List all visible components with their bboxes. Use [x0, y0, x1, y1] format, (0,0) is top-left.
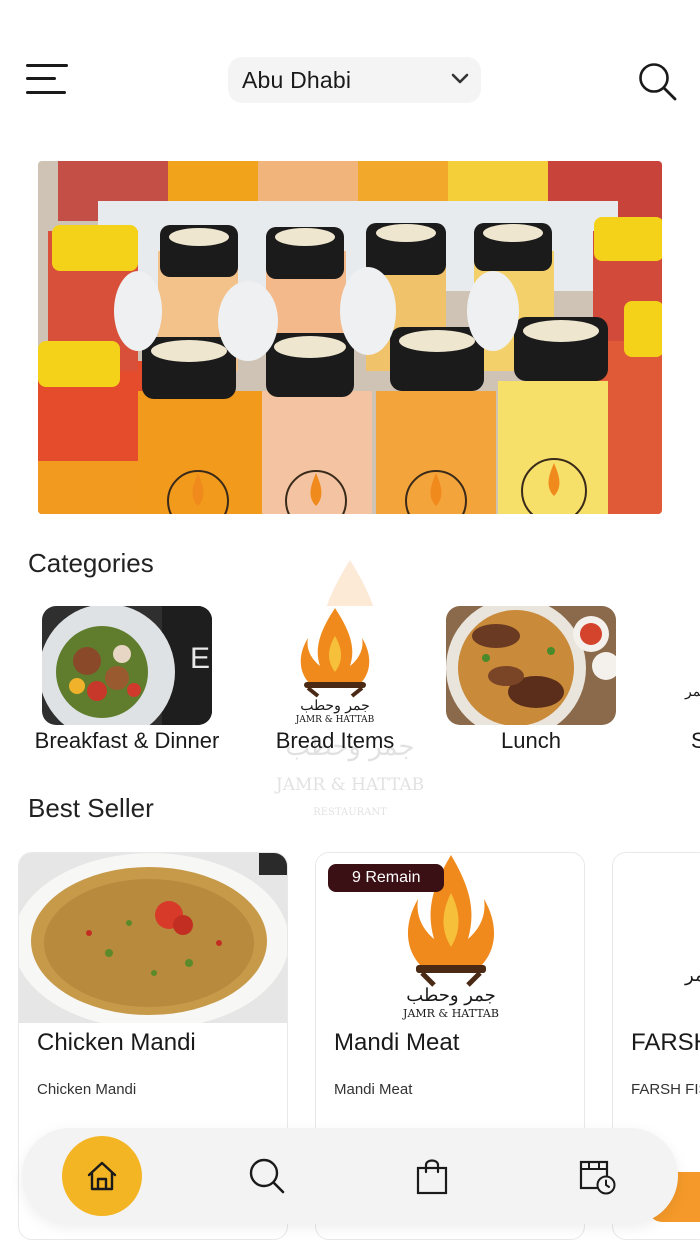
- chevron-down-icon: [451, 73, 469, 84]
- nav-cart[interactable]: [392, 1136, 472, 1216]
- product-description: Chicken Mandi: [37, 1081, 137, 1098]
- svg-text:RESTAURANT: RESTAURANT: [313, 807, 387, 818]
- svg-text:جمر: جمر: [684, 684, 700, 700]
- category-partial[interactable]: جمر S: [655, 606, 700, 756]
- promo-banner[interactable]: [38, 161, 662, 514]
- app-header: Abu Dhabi: [0, 0, 700, 140]
- hamburger-menu-icon[interactable]: [26, 62, 70, 98]
- category-label: S: [691, 728, 700, 753]
- category-breakfast-dinner[interactable]: E Breakfast & Dinner: [35, 606, 219, 756]
- salad-plate-photo: E: [42, 606, 212, 725]
- rice-and-chicken-photo: [446, 606, 616, 725]
- jamr-hattab-logo: جمر وحطب JAMR & HATTAB: [250, 606, 420, 725]
- categories-heading: Categories: [28, 548, 154, 578]
- svg-text:JAMR & HATTAB: JAMR & HATTAB: [295, 715, 375, 725]
- location-label: Abu Dhabi: [242, 66, 352, 93]
- location-selector[interactable]: Abu Dhabi: [228, 57, 481, 103]
- jamr-hattab-logo: جمر: [684, 684, 700, 700]
- product-description: Mandi Meat: [334, 1081, 413, 1098]
- svg-text:JAMR & HATTAB: JAMR & HATTAB: [402, 1007, 499, 1020]
- stock-remaining-badge: 9 Remain: [328, 864, 445, 892]
- svg-text:E: E: [190, 642, 210, 675]
- category-label: Bread Items: [275, 728, 395, 753]
- svg-text:جمر وحطب: جمر وحطب: [300, 698, 370, 714]
- search-icon[interactable]: [636, 60, 678, 102]
- best-seller-heading: Best Seller: [28, 793, 154, 823]
- search-icon: [249, 1158, 285, 1194]
- product-name: Mandi Meat: [334, 1029, 460, 1056]
- lentil-soup-photo: [19, 853, 287, 1023]
- product-name: FARSH: [631, 1029, 700, 1056]
- nav-search[interactable]: [227, 1136, 307, 1216]
- product-name: Chicken Mandi: [37, 1029, 196, 1056]
- bottled-juices-photo: [38, 161, 662, 514]
- nav-home[interactable]: [62, 1136, 142, 1216]
- order-history-icon: [579, 1160, 616, 1195]
- jamr-hattab-logo: جمر: [613, 853, 700, 1023]
- svg-text:JAMR & HATTAB: JAMR & HATTAB: [274, 775, 424, 795]
- nav-orders[interactable]: [557, 1136, 637, 1216]
- svg-text:جمر وحطب: جمر وحطب: [406, 985, 495, 1006]
- bottom-navigation: [22, 1128, 678, 1224]
- svg-text:جمر: جمر: [684, 965, 700, 986]
- shopping-bag-icon: [416, 1159, 448, 1195]
- category-bread-items[interactable]: جمر وحطب JAMR & HATTAB Bread Items: [250, 606, 420, 756]
- category-label: Breakfast & Dinner: [34, 728, 220, 753]
- category-lunch[interactable]: Lunch: [446, 606, 616, 756]
- home-icon: [87, 1161, 117, 1191]
- product-description: FARSH FIS: [631, 1081, 700, 1098]
- category-label: Lunch: [501, 728, 561, 753]
